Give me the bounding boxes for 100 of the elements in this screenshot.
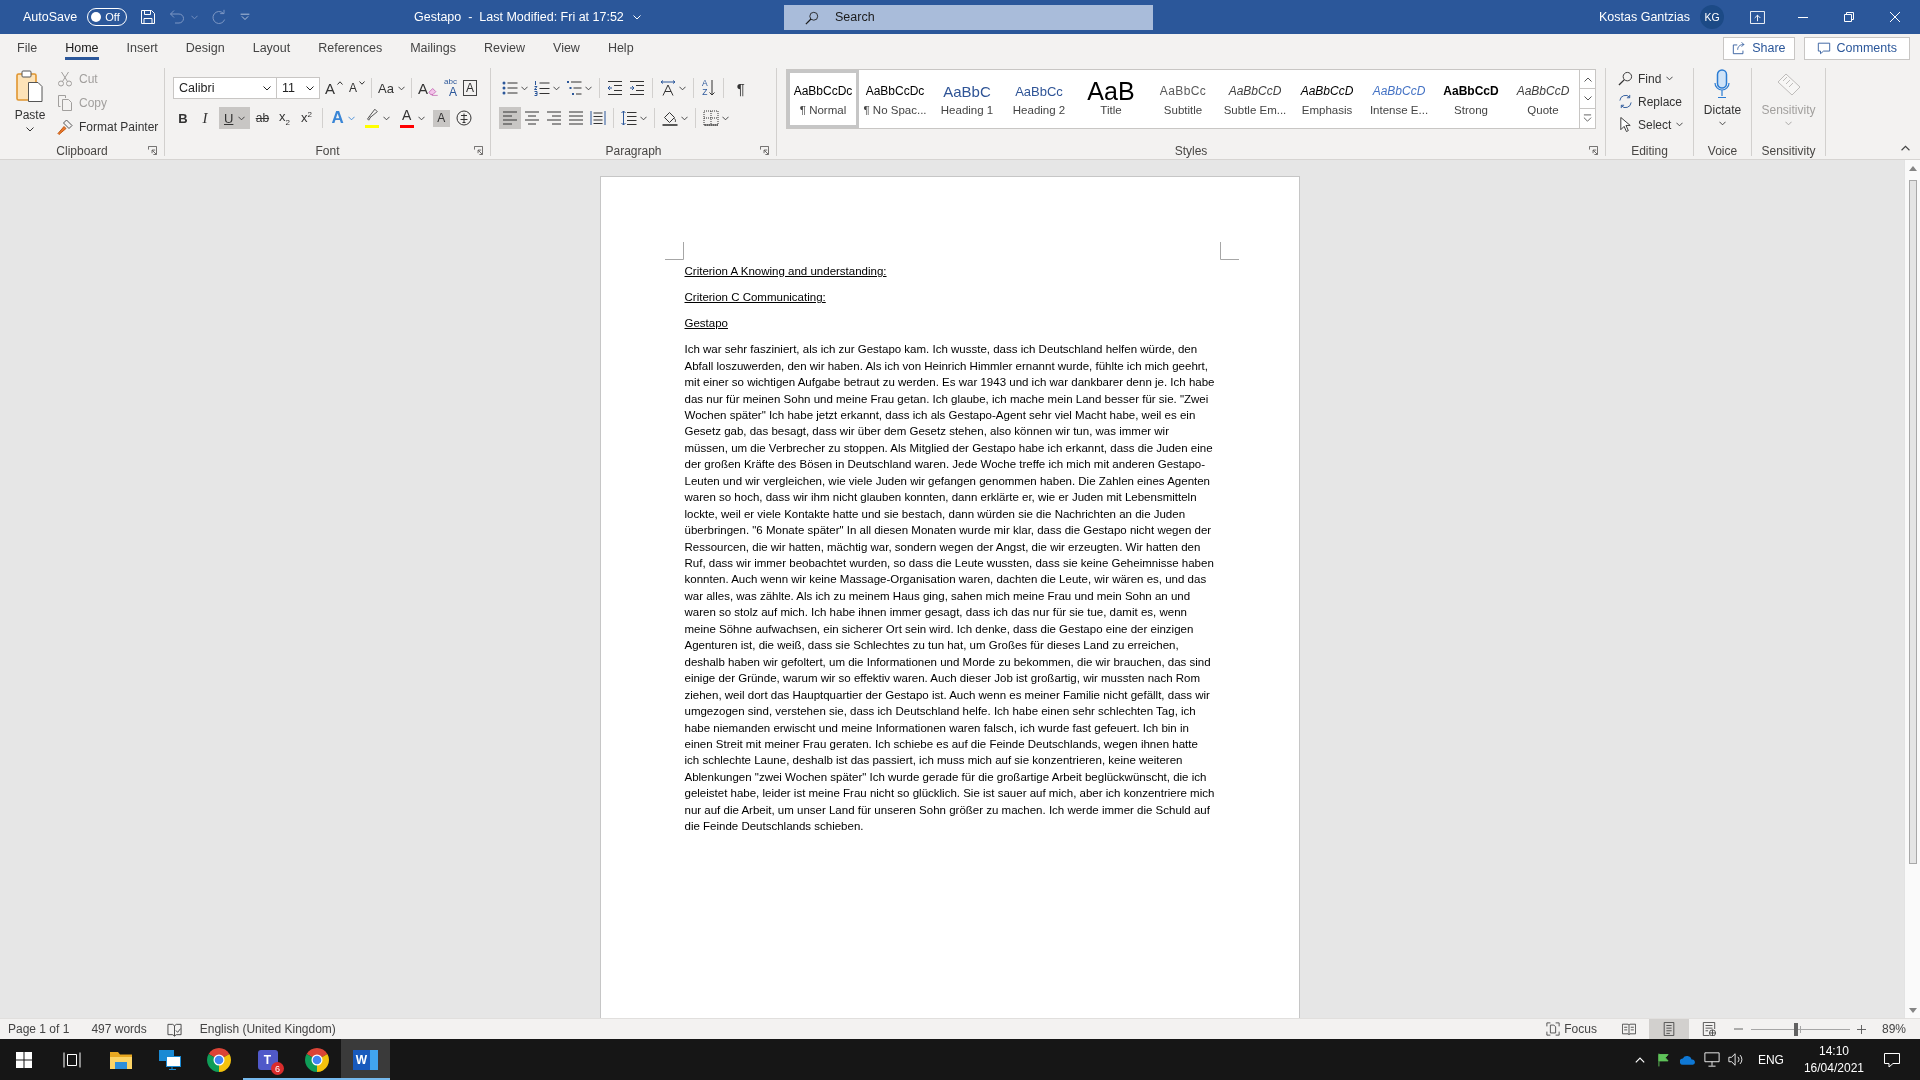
shrink-font-button[interactable]: A [347,77,368,99]
search-field[interactable]: Search [784,4,1153,30]
zoom-in-button[interactable] [1854,1022,1869,1036]
toggle-knob-icon [91,12,102,22]
dialog-launcher-button[interactable] [1588,145,1599,156]
focus-button[interactable]: Focus [1544,1019,1599,1039]
numbered-list-icon [534,80,550,96]
strikethrough-button[interactable]: ab [252,107,273,129]
gallery-more-button[interactable] [1580,109,1596,129]
collapse-ribbon-button[interactable] [1899,143,1911,153]
format-painter-button[interactable]: Format Painter [54,115,162,139]
language-button[interactable]: English (United Kingdom) [197,1019,338,1039]
style-item[interactable]: AaBbCc Subtitle [1147,70,1219,128]
style-item[interactable]: AaBbCcD Quote [1507,70,1579,128]
font-color-button[interactable]: A [395,107,429,129]
phonetic-guide-button[interactable]: abc A [439,77,459,99]
comments-button[interactable]: Comments [1803,36,1910,60]
monitors-icon [158,1049,181,1070]
chevron-icon [1785,121,1792,126]
user-avatar[interactable]: KG [1700,5,1724,29]
taskbar-app-button[interactable]: W [341,1039,390,1080]
borders-button[interactable] [700,107,732,129]
character-border-button[interactable]: A [462,80,477,96]
caret-up-icon [337,81,343,85]
clock-button[interactable]: 14:10 16/04/2021 [1793,1039,1874,1080]
style-item[interactable]: AaBbCcD Intense E... [1363,70,1435,128]
ribbon-tab[interactable]: Home [65,36,99,60]
group-label: Sensitivity [1761,143,1816,158]
share-button[interactable]: Share [1723,36,1795,60]
underline-button[interactable]: U [219,107,251,129]
style-item[interactable]: AaBbCcDc ¶ Normal [787,70,859,128]
style-item[interactable]: AaBbCcDc ¶ No Spac... [859,70,931,128]
line-spacing-icon [621,110,637,126]
windows-logo-icon [16,1051,32,1068]
page-count[interactable]: Page 1 of 1 [6,1019,72,1039]
caret-down-icon [359,81,366,85]
group-label: Styles [1174,143,1208,158]
italic-button[interactable]: I [195,107,215,129]
font-size-dropdown[interactable]: 11 [276,77,320,99]
ribbon-tab[interactable]: Mailings [410,36,456,60]
ribbon-tab[interactable]: Insert [126,36,158,60]
style-item[interactable]: AaBbCcD Subtle Em... [1219,70,1291,128]
clear-formatting-button[interactable]: A [415,77,440,99]
zoom-slider-thumb[interactable] [1793,1022,1798,1036]
enclose-characters-button[interactable] [453,107,474,129]
notification-icon [1884,1051,1900,1068]
cloud-icon [1679,1054,1696,1065]
style-item[interactable]: AaBbC Heading 1 [931,70,1003,128]
ribbon-tab[interactable]: File [17,36,38,60]
down-arrow-icon [708,80,715,96]
scrollbar-thumb[interactable] [1908,180,1917,864]
chevron-icon [306,85,314,91]
sort-button[interactable]: A Z [698,77,719,99]
dialog-launcher-button[interactable] [759,145,770,156]
ribbon-tab[interactable]: Review [484,36,525,60]
group-label: Paragraph [605,143,662,158]
style-item[interactable]: AaBbCcD Strong [1435,70,1507,128]
select-button[interactable]: Select [1618,113,1693,136]
chevron-icon [417,115,425,121]
taskbar-app-button[interactable]: T 6 [243,1039,292,1080]
decrease-indent-icon [607,80,623,96]
minus-icon [1734,1028,1744,1030]
paint-bucket-icon [662,110,678,126]
font-name-dropdown[interactable]: Calibri [173,77,277,99]
save-icon [140,9,157,25]
scroll-up-icon [1908,165,1917,171]
subscript-button[interactable]: x$_{2}$ [274,107,295,129]
dialog-launcher-button[interactable] [147,145,158,156]
ribbon-tab[interactable]: Design [185,36,225,60]
save-button[interactable] [140,7,157,27]
zoom-level[interactable]: 89% [1879,1019,1908,1039]
replace-button[interactable]: Replace [1618,90,1693,113]
find-button[interactable]: Find [1618,67,1693,90]
word-count[interactable]: 497 words [89,1019,149,1039]
print-layout-button[interactable] [1648,1019,1689,1039]
minimize-icon [1798,16,1808,18]
grow-font-button[interactable]: A [323,77,345,99]
dialog-launcher-button[interactable] [473,145,484,156]
superscript-button[interactable]: x$^{2}$ [296,107,317,129]
paste-button[interactable]: Paste [10,67,50,142]
ribbon-tab[interactable]: Help [607,36,634,60]
style-item[interactable]: AaBbCc Heading 2 [1003,70,1075,128]
input-language-button[interactable]: ENG [1753,1039,1788,1080]
ribbon-tab[interactable]: Layout [252,36,291,60]
ribbon-tab[interactable]: View [553,36,580,60]
chevron-icon [679,85,686,91]
character-shading-button[interactable]: A [432,109,450,127]
task-view-icon [63,1051,81,1068]
change-case-button[interactable]: Aa [376,77,407,99]
heading-text: Criterion A Knowing and understanding: [684,264,888,279]
align-center-icon [524,110,540,126]
bold-button[interactable]: B [173,107,193,129]
group-label: Editing [1631,143,1668,158]
show-formatting-marks-button[interactable]: ¶ [731,77,750,99]
style-item[interactable]: AaB Title [1075,70,1147,128]
vertical-scrollbar[interactable] [1904,160,1920,1018]
ribbon-tab[interactable]: References [318,36,383,60]
style-item[interactable]: AaBbCcD Emphasis [1291,70,1363,128]
document-title-button[interactable]: Gestapo - Last Modified: Fri at 17:52 [414,10,641,24]
dictate-button[interactable]: Dictate [1703,67,1742,142]
